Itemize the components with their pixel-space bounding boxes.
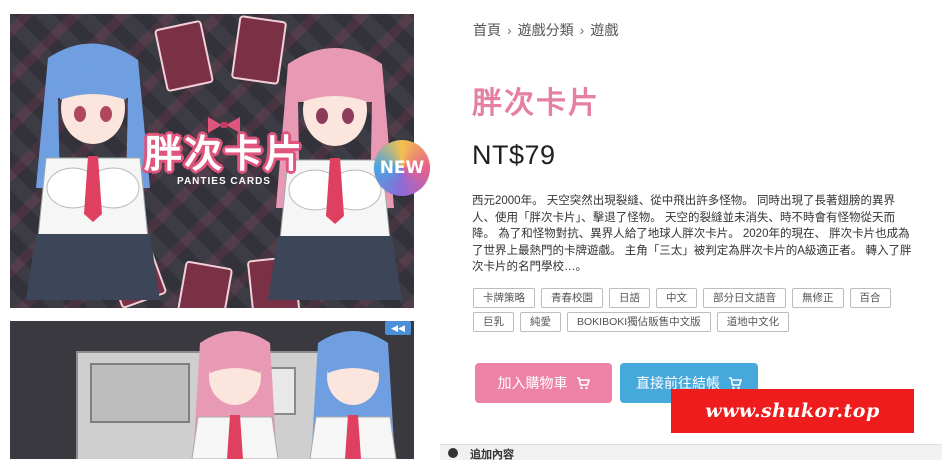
tag-item[interactable]: 百合 (849, 288, 891, 308)
cart-icon (576, 377, 590, 390)
hero-image[interactable]: 胖次卡片 PANTIES CARDS (10, 14, 414, 308)
bullet-icon (448, 448, 458, 458)
product-title: 胖次卡片 (472, 87, 600, 120)
bow-icon (208, 117, 240, 133)
breadcrumb-current[interactable]: 遊戲 (590, 20, 618, 40)
tag-list: 卡牌策略 青春校園 日語 中文 部分日文語音 無修正 百合 巨乳 純愛 BOKI… (473, 288, 918, 332)
shelf-drawing (90, 363, 190, 423)
game-logo: 胖次卡片 PANTIES CARDS (144, 117, 305, 222)
card-decoration (174, 260, 234, 308)
breadcrumb-home[interactable]: 首頁 (473, 20, 501, 40)
logo-title: 胖次卡片 (144, 132, 305, 176)
add-to-cart-label: 加入購物車 (497, 375, 568, 391)
new-badge: NEW (374, 140, 430, 196)
breadcrumb: 首頁 › 遊戲分類 › 遊戲 (473, 20, 618, 40)
tag-item[interactable]: 部分日文語音 (703, 288, 786, 308)
chevron-right-icon: › (579, 22, 585, 38)
character-blue-hair-small (309, 331, 397, 459)
screenshot-thumbnail[interactable] (10, 321, 414, 459)
site-watermark: www.shukor.top (671, 389, 914, 433)
tag-item[interactable]: BOKIBOKI獨佔販售中文版 (567, 312, 711, 332)
tag-item[interactable]: 巨乳 (473, 312, 514, 332)
additional-content-label: 追加內容 (470, 449, 514, 461)
tag-item[interactable]: 道地中文化 (716, 312, 790, 332)
tag-item[interactable]: 卡牌策略 (473, 288, 535, 308)
product-price: NT$79 (472, 140, 556, 170)
character-pink-hair-small (191, 331, 279, 459)
chevron-right-icon: › (507, 22, 512, 38)
rewind-icon[interactable]: ◀◀ (385, 321, 411, 335)
add-to-cart-button[interactable]: 加入購物車 (475, 363, 612, 403)
product-description: 西元2000年。 天空突然出現裂縫、從中飛出許多怪物。 同時出現了長著翅膀的異界… (472, 195, 912, 273)
tag-item[interactable]: 青春校園 (541, 288, 603, 308)
tag-item[interactable]: 中文 (656, 288, 697, 308)
additional-content-section[interactable]: 追加內容 (440, 444, 942, 461)
cart-icon (729, 377, 742, 390)
tag-item[interactable]: 無修正 (792, 288, 844, 308)
breadcrumb-category[interactable]: 遊戲分類 (518, 20, 574, 40)
logo-subtitle: PANTIES CARDS (177, 176, 271, 187)
tag-item[interactable]: 純愛 (520, 312, 561, 332)
tag-item[interactable]: 日語 (609, 288, 650, 308)
